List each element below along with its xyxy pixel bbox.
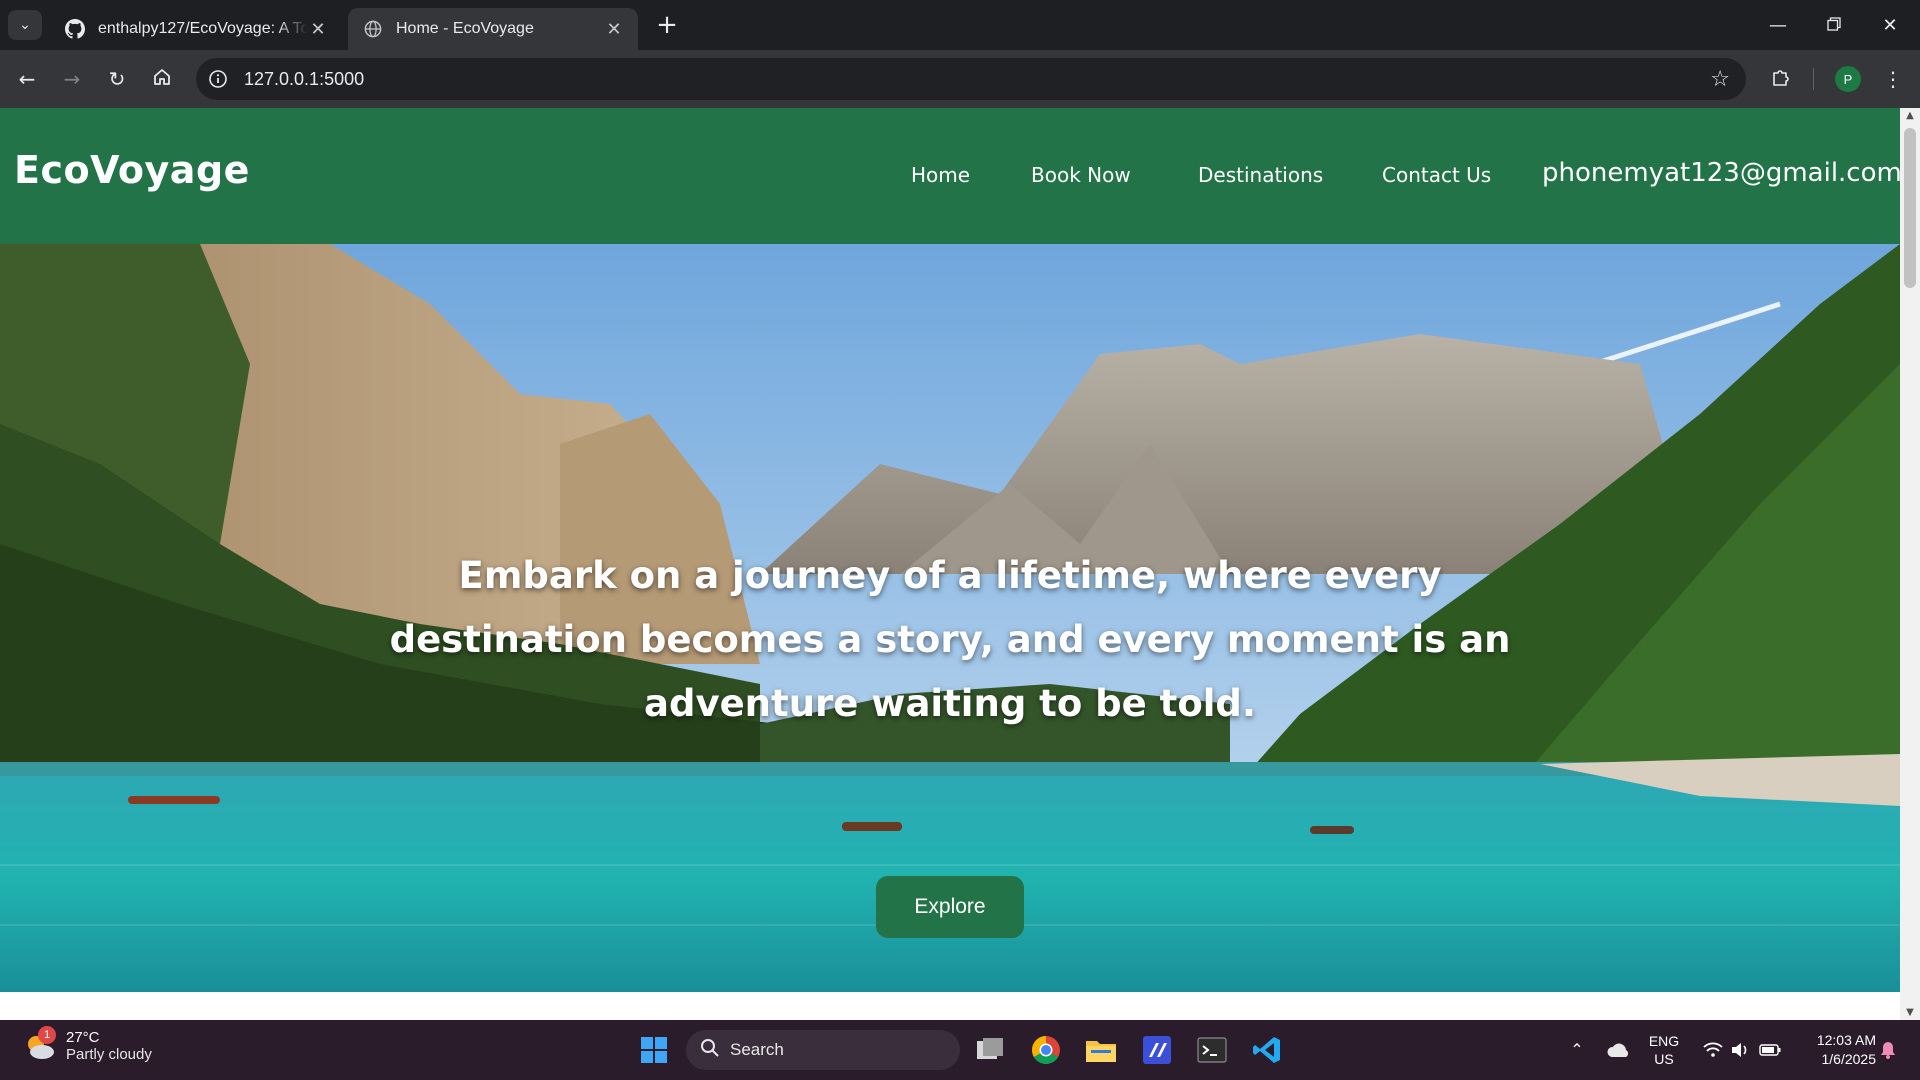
region-code: US <box>1654 1051 1674 1067</box>
address-bar[interactable]: 127.0.0.1:5000 ☆ <box>196 58 1746 100</box>
puzzle-icon <box>1771 67 1791 92</box>
url-text: 127.0.0.1:5000 <box>244 68 365 89</box>
close-icon: ✕ <box>1882 14 1898 36</box>
windows-start-icon[interactable] <box>634 1030 674 1070</box>
nav-contact-us[interactable]: Contact Us <box>1382 163 1491 187</box>
weather-condition: Partly cloudy <box>66 1046 152 1063</box>
task-view-icon[interactable] <box>970 1030 1010 1070</box>
tab-title: enthalpy127/EcoVoyage: A Tour <box>98 20 308 37</box>
close-window-button[interactable]: ✕ <box>1862 0 1918 50</box>
notification-bell-icon[interactable] <box>1876 1020 1900 1080</box>
tab-search-button[interactable]: ⌄ <box>8 10 42 40</box>
arrow-left-icon: ← <box>18 67 36 91</box>
hero-tagline: Embark on a journey of a lifetime, where… <box>389 554 1511 725</box>
visual-studio-icon[interactable] <box>1137 1030 1177 1070</box>
extensions-button[interactable] <box>1764 62 1798 96</box>
close-icon[interactable]: ✕ <box>604 19 624 40</box>
restore-icon <box>1827 15 1841 36</box>
arrow-right-icon: → <box>63 67 81 91</box>
browser-toolbar: ← → ↻ 127.0.0.1:5000 ☆ P ⋮ <box>0 50 1920 108</box>
home-icon <box>152 67 172 92</box>
weather-temp: 27°C <box>66 1029 100 1046</box>
toolbar-separator <box>1813 68 1814 90</box>
volume-icon[interactable] <box>1728 1020 1752 1080</box>
minimize-button[interactable]: — <box>1750 0 1806 50</box>
battery-icon[interactable] <box>1756 1020 1784 1080</box>
weather-widget[interactable]: 1 27°C Partly cloudy <box>22 1026 152 1064</box>
system-clock[interactable]: 12:03 AM 1/6/2025 <box>1796 1020 1876 1080</box>
language-code: ENG <box>1648 1033 1680 1049</box>
file-explorer-icon[interactable] <box>1081 1030 1121 1070</box>
language-indicator[interactable]: ENG US <box>1644 1020 1684 1080</box>
close-icon[interactable]: ✕ <box>308 19 328 40</box>
page-scrollbar[interactable]: ▲ ▼ <box>1900 108 1920 1020</box>
explore-button[interactable]: Explore <box>876 876 1024 938</box>
minimize-icon: — <box>1769 14 1787 36</box>
tab-ecovoyage[interactable]: Home - EcoVoyage ✕ <box>348 8 638 50</box>
clock-time: 12:03 AM <box>1816 1032 1876 1048</box>
plus-icon: + <box>656 10 678 40</box>
site-navbar: EcoVoyage Home Book Now Destinations Con… <box>0 108 1900 244</box>
browser-menu-button[interactable]: ⋮ <box>1876 62 1910 96</box>
scrollbar-thumb[interactable] <box>1904 128 1916 288</box>
scroll-up-icon[interactable]: ▲ <box>1900 110 1920 121</box>
notification-badge: 1 <box>38 1026 56 1044</box>
clock-date: 1/6/2025 <box>1821 1051 1877 1067</box>
page-viewport: EcoVoyage Home Book Now Destinations Con… <box>0 108 1900 1020</box>
wifi-icon[interactable] <box>1700 1020 1726 1080</box>
nav-destinations[interactable]: Destinations <box>1198 163 1323 187</box>
back-button[interactable]: ← <box>10 62 44 96</box>
show-hidden-icons-icon[interactable]: ⌃ <box>1562 1020 1592 1080</box>
profile-avatar[interactable]: P <box>1835 66 1861 92</box>
reload-icon: ↻ <box>108 67 126 91</box>
site-logo[interactable]: EcoVoyage <box>14 148 250 192</box>
bookmark-star-icon[interactable]: ☆ <box>1710 67 1730 92</box>
forward-button[interactable]: → <box>55 62 89 96</box>
github-icon <box>64 18 86 40</box>
new-tab-button[interactable]: + <box>652 10 682 40</box>
site-info-icon[interactable] <box>200 61 236 97</box>
browser-tab-strip: ⌄ enthalpy127/EcoVoyage: A Tour ✕ Home -… <box>0 0 1920 50</box>
nav-home[interactable]: Home <box>911 163 970 187</box>
vscode-icon[interactable] <box>1247 1030 1287 1070</box>
partly-cloudy-icon: 1 <box>22 1026 58 1064</box>
scroll-down-icon[interactable]: ▼ <box>1900 1007 1920 1018</box>
taskbar-search[interactable]: Search <box>686 1030 960 1070</box>
globe-icon <box>362 18 384 40</box>
terminal-icon[interactable] <box>1192 1030 1232 1070</box>
search-icon <box>700 1038 720 1063</box>
home-button[interactable] <box>145 62 179 96</box>
search-placeholder: Search <box>730 1040 784 1059</box>
hero-section: Embark on a journey of a lifetime, where… <box>0 244 1900 992</box>
more-vert-icon: ⋮ <box>1883 67 1903 91</box>
chevron-down-icon: ⌄ <box>19 17 31 33</box>
onedrive-cloud-icon[interactable] <box>1600 1020 1636 1080</box>
chrome-icon[interactable] <box>1026 1030 1066 1070</box>
tab-github[interactable]: enthalpy127/EcoVoyage: A Tour ✕ <box>50 8 342 50</box>
reload-button[interactable]: ↻ <box>100 62 134 96</box>
nav-email[interactable]: phonemyat123@gmail.com <box>1542 158 1900 188</box>
nav-book-now[interactable]: Book Now <box>1031 163 1131 187</box>
windows-taskbar: 1 27°C Partly cloudy Search ⌃ ENG US 12:… <box>0 1020 1920 1080</box>
restore-button[interactable] <box>1806 0 1862 50</box>
tab-title: Home - EcoVoyage <box>396 20 534 37</box>
